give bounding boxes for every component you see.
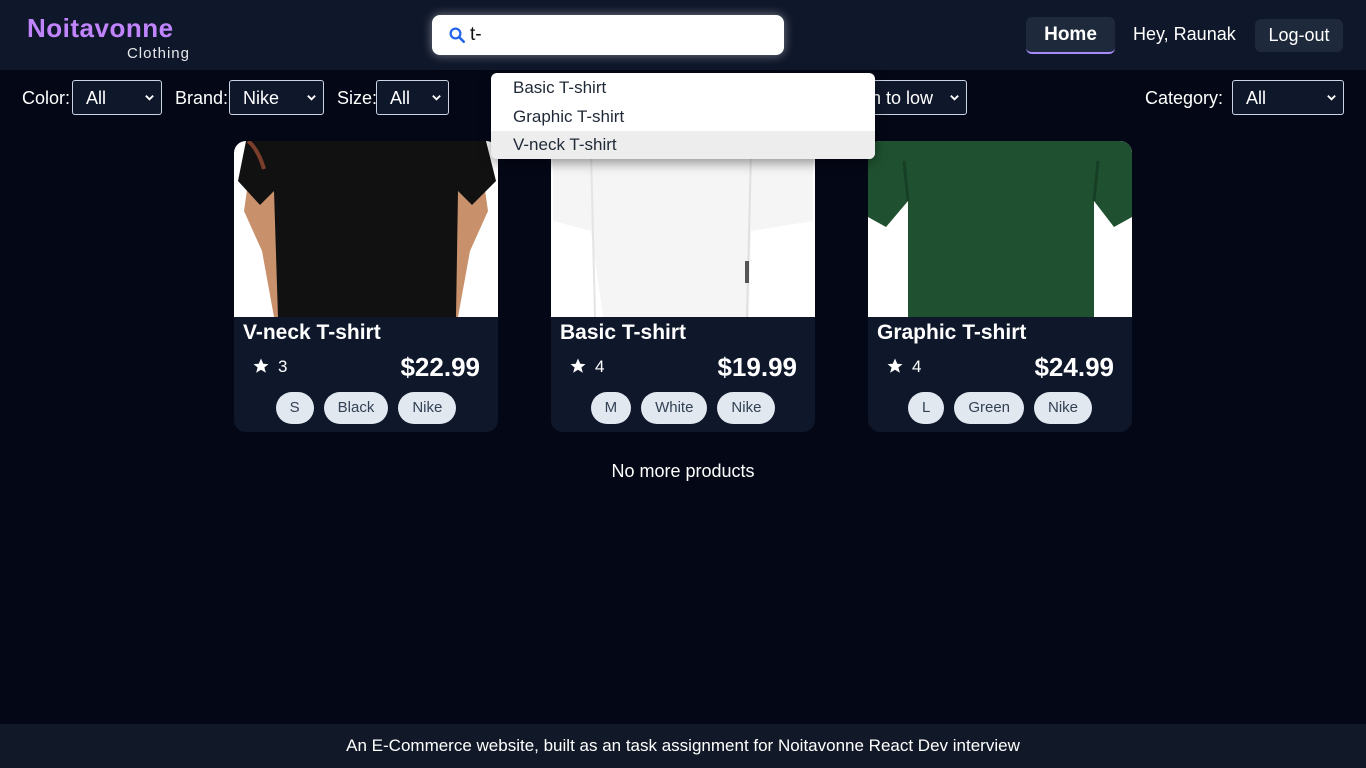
product-tags: S Black Nike <box>234 392 498 424</box>
rating-value: 3 <box>278 357 288 376</box>
category-filter-label: Category: <box>1145 88 1224 108</box>
product-image <box>234 141 498 317</box>
search-icon <box>449 27 466 44</box>
footer: An E-Commerce website, built as an task … <box>0 724 1366 768</box>
search-input[interactable] <box>470 20 770 50</box>
shirt-shape <box>868 141 1132 317</box>
search-suggestions: Basic T-shirt Graphic T-shirt V-neck T-s… <box>491 73 875 159</box>
search-box[interactable] <box>432 15 784 55</box>
product-title: Graphic T-shirt <box>877 321 1027 344</box>
brand-subtitle: Clothing <box>126 45 190 62</box>
chevron-down-icon <box>950 95 959 101</box>
color-filter-label: Color: <box>22 88 71 108</box>
star-icon <box>253 358 269 373</box>
size-filter-label: Size: <box>337 88 378 108</box>
product-image <box>868 141 1132 317</box>
brand-filter-label: Brand: <box>175 88 229 108</box>
logout-button[interactable]: Log-out <box>1255 19 1343 52</box>
size-tag: M <box>590 392 632 424</box>
product-price: $19.99 <box>717 352 797 382</box>
suggestion-item[interactable]: Basic T-shirt <box>491 74 875 102</box>
star-icon <box>887 358 903 373</box>
brand-logo[interactable]: Noitavonne Clothing <box>27 13 192 65</box>
category-filter-value: All <box>1246 88 1267 108</box>
nav-home-button[interactable]: Home <box>1026 17 1115 54</box>
product-price: $22.99 <box>400 352 480 382</box>
category-filter-select[interactable]: All <box>1232 80 1344 115</box>
color-filter-value: All <box>86 88 107 108</box>
brand-tag: Nike <box>717 392 776 424</box>
footer-text: An E-Commerce website, built as an task … <box>346 736 1020 755</box>
color-filter-select[interactable]: All <box>72 80 162 115</box>
product-tags: M White Nike <box>551 392 815 424</box>
product-card[interactable]: V-neck T-shirt 3 $22.99 S Black Nike <box>234 141 498 432</box>
color-tag: Black <box>323 392 389 424</box>
no-more-products-text: No more products <box>611 461 755 481</box>
brand-filter-value: Nike <box>243 88 280 108</box>
top-header: Noitavonne Clothing Home Hey, Raunak Log… <box>0 0 1366 70</box>
product-card[interactable]: Graphic T-shirt 4 $24.99 L Green Nike <box>868 141 1132 432</box>
size-tag: L <box>907 392 945 424</box>
suggestion-item[interactable]: Graphic T-shirt <box>491 103 875 131</box>
product-title: Basic T-shirt <box>560 321 687 344</box>
chevron-down-icon <box>307 95 316 101</box>
brand-tag: Nike <box>1034 392 1093 424</box>
size-filter-select[interactable]: All <box>376 80 449 115</box>
brand-name: Noitavonne <box>27 13 174 43</box>
color-tag: Green <box>954 392 1025 424</box>
product-tags: L Green Nike <box>868 392 1132 424</box>
suggestion-item[interactable]: V-neck T-shirt <box>491 131 875 159</box>
brand-filter-select[interactable]: Nike <box>229 80 324 115</box>
rating-value: 4 <box>595 357 605 376</box>
brand-tag: Nike <box>398 392 457 424</box>
sort-value: h to low <box>871 88 934 108</box>
product-title: V-neck T-shirt <box>243 321 381 344</box>
size-filter-value: All <box>390 88 411 108</box>
chevron-down-icon <box>432 95 441 101</box>
product-card[interactable]: Basic T-shirt 4 $19.99 M White Nike <box>551 141 815 432</box>
size-tag: S <box>275 392 314 424</box>
chevron-down-icon <box>1327 95 1336 101</box>
star-icon <box>570 358 586 373</box>
color-tag: White <box>641 392 708 424</box>
product-image <box>551 141 815 317</box>
chevron-down-icon <box>145 95 154 101</box>
rating-value: 4 <box>912 357 922 376</box>
product-price: $24.99 <box>1034 352 1114 382</box>
user-greeting[interactable]: Hey, Raunak <box>1133 24 1236 45</box>
